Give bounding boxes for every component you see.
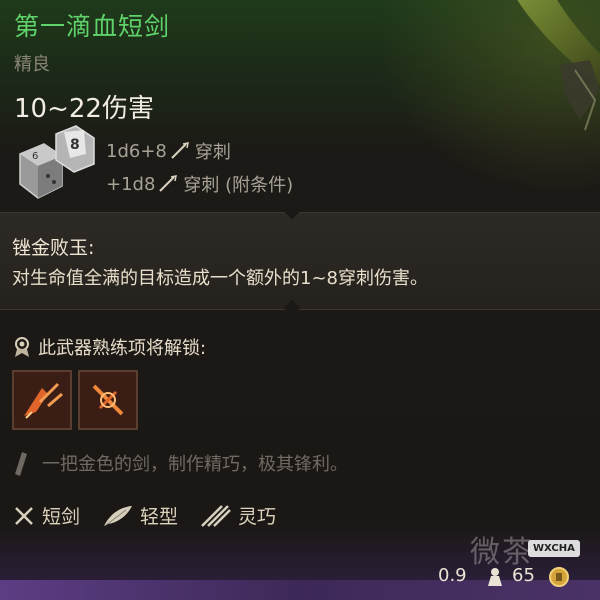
skill-icon-2[interactable] <box>78 370 138 430</box>
finesse-icon <box>201 504 231 527</box>
skill-icon-1[interactable] <box>12 370 72 430</box>
damage-type-1: 穿刺 <box>194 142 231 163</box>
quill-icon <box>15 452 27 476</box>
passive-name: 锉金败玉: <box>12 237 95 259</box>
watermark-badge: WXCHA <box>528 540 580 557</box>
item-price: 65 <box>512 565 535 586</box>
passive-panel <box>0 212 600 310</box>
damage-line-2: +1d8 穿刺 (附条件) <box>106 171 293 197</box>
weight-icon <box>488 568 502 586</box>
property-label-finesse: 灵巧 <box>238 506 277 528</box>
skill-slash-icon <box>14 372 70 428</box>
svg-text:6: 6 <box>32 151 38 162</box>
proficiency-label: 此武器熟练项将解锁: <box>38 338 207 359</box>
damage-total: 10~22伤害 <box>14 94 154 124</box>
piercing-icon <box>171 142 189 159</box>
item-weight: 0.9 <box>438 565 467 586</box>
property-label-light: 轻型 <box>140 506 179 528</box>
footer-bar <box>0 580 600 600</box>
svg-text:8: 8 <box>70 137 80 153</box>
proficiency-medal-icon <box>15 337 29 357</box>
flavor-text: 一把金色的剑，制作精巧，极其锋利。 <box>42 454 348 475</box>
dice-icon: 6 8 <box>19 125 95 199</box>
property-finesse[interactable]: 灵巧 <box>200 502 276 529</box>
feather-icon <box>104 505 133 526</box>
property-shortsword[interactable]: 短剑 <box>12 502 80 529</box>
gold-coin-icon <box>549 567 569 587</box>
sword-blade-illustration <box>517 0 600 131</box>
item-tooltip: 第一滴血短剑 精良 10~22伤害 6 8 1d6+8 穿刺 +1d8 穿刺 (… <box>0 0 600 600</box>
damage-dice-2: +1d8 <box>106 173 156 195</box>
damage-type-2: 穿刺 (附条件) <box>183 175 294 196</box>
dagger-icon <box>15 506 33 525</box>
skill-strike-icon <box>80 372 136 428</box>
passive-description: 对生命值全满的目标造成一个额外的1~8穿刺伤害。 <box>12 268 428 289</box>
property-light[interactable]: 轻型 <box>102 502 178 529</box>
damage-dice-1: 1d6+8 <box>106 140 167 162</box>
proficiency-unlock: 此武器熟练项将解锁: <box>12 334 206 360</box>
item-name: 第一滴血短剑 <box>14 12 171 41</box>
damage-line-1: 1d6+8 穿刺 <box>106 138 231 164</box>
item-rarity: 精良 <box>14 54 50 75</box>
weapon-properties: 短剑 轻型 灵巧 <box>12 502 298 529</box>
piercing-icon <box>159 175 178 192</box>
flavor-text-row: 一把金色的剑，制作精巧，极其锋利。 <box>12 450 348 476</box>
property-label-shortsword: 短剑 <box>42 506 81 528</box>
